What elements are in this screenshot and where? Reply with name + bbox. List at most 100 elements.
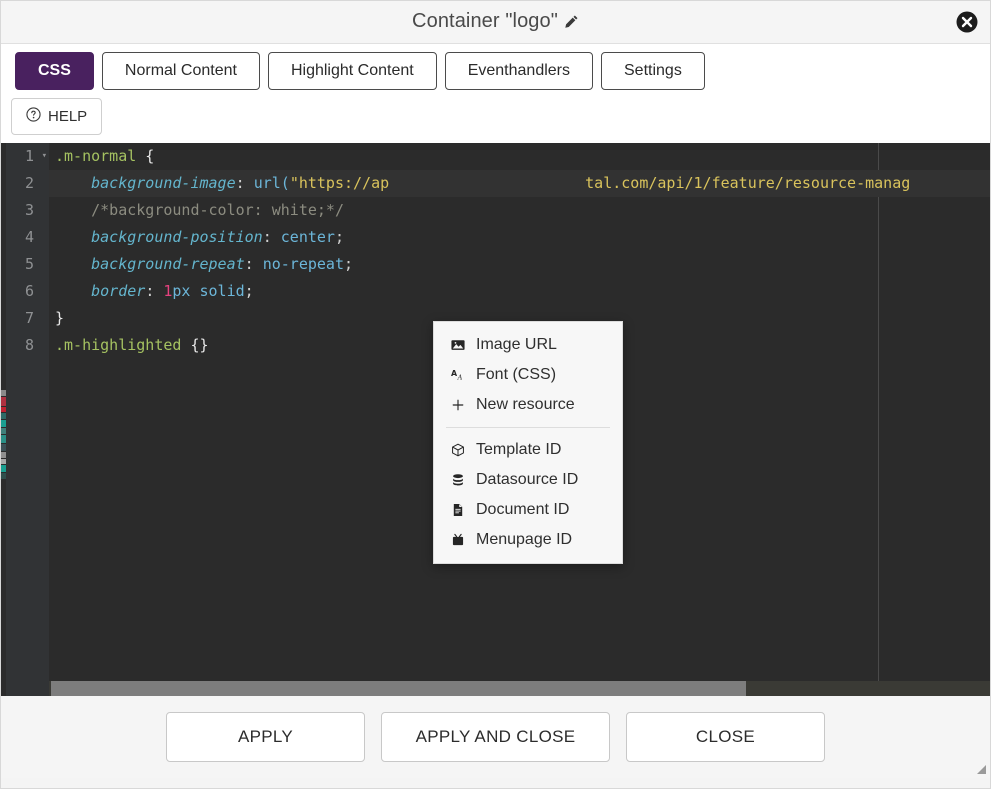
css-colon: : [235,174,254,192]
help-row: HELP [1,98,990,143]
css-brace: {} [181,336,209,354]
css-brace: } [55,309,65,327]
overview-ruler-mark [1,459,6,464]
page-title: Container "logo" [412,10,579,34]
code-line-4[interactable]: background-position: center; [49,224,990,251]
menu-item-label: Document ID [476,501,570,518]
pencil-icon[interactable] [564,14,579,34]
line-number: 8 [24,336,34,354]
css-semicolon: ; [344,255,354,273]
css-url-string-head: "https://ap [289,174,390,192]
overview-ruler-mark [1,435,6,443]
close-circle-icon[interactable] [956,11,978,33]
css-property: background-position [91,228,263,246]
image-icon [450,338,466,352]
overview-ruler-mark [1,390,6,396]
menu-item-label: Font (CSS) [476,366,557,383]
dialog-footer: APPLY APPLY AND CLOSE CLOSE [1,696,990,778]
resize-grip-icon[interactable] [973,761,987,775]
close-button[interactable]: CLOSE [626,712,825,762]
tab-highlight-content[interactable]: Highlight Content [267,52,437,90]
menu-item-label: Datasource ID [476,471,579,488]
fold-arrow-icon[interactable]: ▾ [42,143,47,170]
font-icon: A A [450,368,466,382]
css-comment: /*background-color: white;*/ [91,201,344,219]
line-number: 6 [24,282,34,300]
editor-overview-ruler[interactable] [1,143,6,696]
tab-eventhandlers[interactable]: Eventhandlers [444,52,593,90]
css-semicolon: ; [244,282,254,300]
css-url-string-tail: tal.com/api/1/feature/resource-manag [585,174,911,192]
code-line-2[interactable]: background-image: url("https://ap tal.com… [49,170,990,197]
css-colon: : [244,255,263,273]
tab-bar: CSS Normal Content Highlight Content Eve… [1,44,990,98]
css-property: border [91,282,146,300]
code-line-1[interactable]: .m-normal { [49,143,990,170]
menu-item-label: Image URL [476,336,557,353]
overview-ruler-mark [1,473,6,479]
css-colon: : [262,228,281,246]
apply-and-close-button[interactable]: APPLY AND CLOSE [381,712,610,762]
overview-ruler-mark [1,428,6,434]
css-colon: : [145,282,164,300]
css-property: background-repeat [91,255,245,273]
overview-ruler-mark [1,407,6,412]
line-number: 2 [24,174,34,192]
menu-separator [446,427,610,428]
tab-settings[interactable]: Settings [601,52,705,90]
menu-item-label: New resource [476,396,575,413]
css-selector: .m-normal [55,147,137,165]
resource-context-menu[interactable]: Image URL A A Font (CSS) New resource Te… [433,321,623,564]
editor-horizontal-scrollbar[interactable] [49,681,990,696]
overview-ruler-mark [1,420,6,427]
overview-ruler-mark [1,397,6,406]
dialog-title-text: Container "logo" [412,10,558,32]
line-number: 5 [24,255,34,273]
database-icon [450,473,466,487]
code-line-6[interactable]: border: 1px solid; [49,278,990,305]
menupage-icon [450,533,466,547]
code-line-3[interactable]: /*background-color: white;*/ [49,197,990,224]
css-property: background-image [91,174,236,192]
scrollbar-thumb[interactable] [51,681,746,696]
overview-ruler-mark [1,413,6,419]
help-button[interactable]: HELP [11,98,103,135]
menu-item-font-css[interactable]: A A Font (CSS) [434,360,622,390]
editor-gutter: 1 ▾ 2 3 4 5 6 7 8 [6,143,49,696]
menu-item-template-id[interactable]: Template ID [434,435,622,465]
menu-item-image-url[interactable]: Image URL [434,330,622,360]
help-button-label: HELP [48,108,88,125]
css-brace: { [136,147,155,165]
overview-ruler-mark [1,465,6,472]
plus-icon [450,398,466,412]
line-number: 4 [24,228,34,246]
menu-item-label: Template ID [476,441,562,458]
line-number: 3 [24,201,34,219]
code-editor[interactable]: 1 ▾ 2 3 4 5 6 7 8 .m-normal { background-… [1,143,990,696]
css-value: no-repeat [262,255,344,273]
menu-item-document-id[interactable]: Document ID [434,495,622,525]
menu-item-datasource-id[interactable]: Datasource ID [434,465,622,495]
overview-ruler-mark [1,444,6,451]
apply-button[interactable]: APPLY [166,712,365,762]
tab-normal-content[interactable]: Normal Content [101,52,260,90]
line-number: 1 ▾ [6,143,49,170]
cube-icon [450,443,466,457]
document-icon [450,503,466,517]
menu-item-new-resource[interactable]: New resource [434,390,622,420]
css-value: center [280,228,335,246]
css-editor-dialog: Container "logo" CSS Normal Content High… [0,0,991,789]
question-circle-icon [26,107,41,126]
overview-ruler-mark [1,452,6,458]
dialog-titlebar: Container "logo" [1,1,990,44]
css-selector: .m-highlighted [55,336,182,354]
line-number: 7 [24,309,34,327]
menu-item-label: Menupage ID [476,531,573,548]
menu-item-menupage-id[interactable]: Menupage ID [434,525,622,555]
tab-css[interactable]: CSS [15,52,94,90]
css-url-function: url( [253,174,290,192]
css-semicolon: ; [334,228,344,246]
css-unit: px solid [172,282,245,300]
code-line-5[interactable]: background-repeat: no-repeat; [49,251,990,278]
svg-text:A: A [457,373,463,381]
